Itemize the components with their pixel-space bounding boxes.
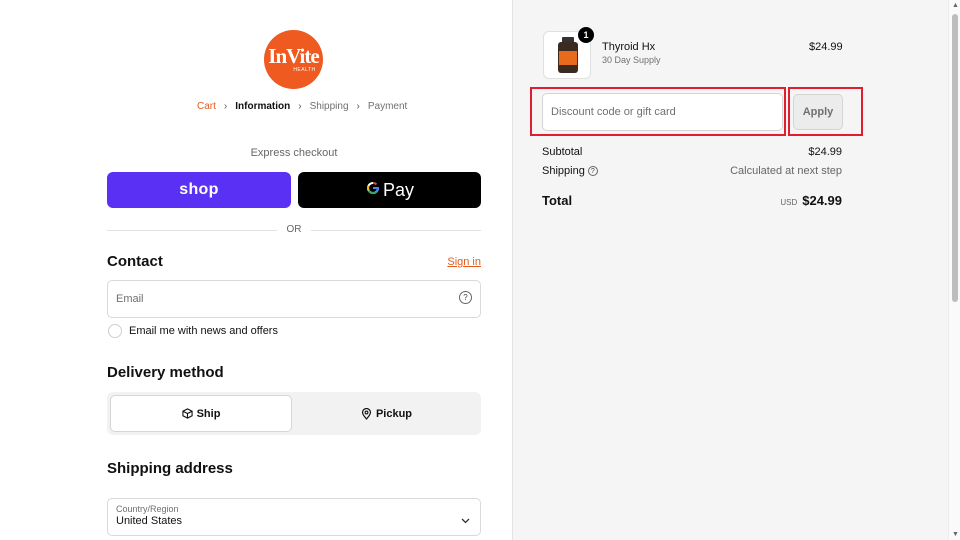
supplement-bottle-icon xyxy=(558,37,578,73)
product-price: $24.99 xyxy=(809,41,843,53)
subtotal-row: Subtotal $24.99 xyxy=(542,146,842,158)
location-pin-icon xyxy=(361,407,372,420)
total-label: Total xyxy=(542,193,573,208)
total-row: Total USD $24.99 xyxy=(542,192,842,210)
apply-discount-button[interactable]: Apply xyxy=(793,94,843,130)
newsletter-option[interactable]: Email me with news and offers xyxy=(108,324,278,338)
discount-code-input[interactable]: Discount code or gift card xyxy=(542,93,783,131)
shop-pay-button[interactable]: shop xyxy=(107,172,291,208)
chevron-right-icon: › xyxy=(298,101,302,112)
quantity-badge: 1 xyxy=(578,27,594,43)
shipping-address-heading: Shipping address xyxy=(107,460,233,477)
shipping-label: Shipping xyxy=(542,165,585,177)
scroll-down-arrow-icon[interactable]: ▼ xyxy=(952,531,959,538)
google-pay-button[interactable]: Pay xyxy=(298,172,481,208)
page-scrollbar[interactable]: ▲ ▼ xyxy=(948,0,960,540)
country-value: United States xyxy=(116,515,183,527)
ship-option[interactable]: Ship xyxy=(110,395,292,432)
ship-label: Ship xyxy=(196,407,221,420)
subtotal-label: Subtotal xyxy=(542,146,583,158)
email-field[interactable]: Email ? xyxy=(107,280,481,318)
bottle-label xyxy=(559,51,577,65)
shop-pay-label: shop xyxy=(179,181,219,198)
product-variant: 30 Day Supply xyxy=(602,55,661,65)
country-label: Country/Region xyxy=(116,504,179,514)
scroll-up-arrow-icon[interactable]: ▲ xyxy=(952,2,959,9)
google-g-icon xyxy=(365,180,381,201)
delivery-method-toggle: Ship Pickup xyxy=(107,392,481,435)
google-pay-label: Pay xyxy=(382,179,415,200)
breadcrumb: Cart › Information › Shipping › Payment xyxy=(197,101,407,112)
product-name: Thyroid Hx xyxy=(602,41,656,53)
store-logo[interactable]: InVite HEALTH xyxy=(264,30,323,89)
chevron-right-icon: › xyxy=(356,101,360,112)
chevron-right-icon: › xyxy=(223,101,228,112)
checkout-main-panel: InVite HEALTH Cart › Information › Shipp… xyxy=(0,0,512,540)
help-icon[interactable]: ? xyxy=(587,166,598,176)
order-summary-panel xyxy=(512,0,948,540)
express-checkout-label: Express checkout xyxy=(250,147,338,159)
chevron-down-icon xyxy=(461,511,470,529)
or-divider: OR xyxy=(107,223,481,237)
country-select[interactable]: Country/Region United States xyxy=(107,498,481,536)
contact-heading: Contact xyxy=(107,253,163,270)
logo-sub-text: HEALTH xyxy=(293,67,316,73)
newsletter-checkbox[interactable] xyxy=(108,324,122,338)
pickup-label: Pickup xyxy=(375,407,413,420)
subtotal-value: $24.99 xyxy=(808,146,842,158)
newsletter-label: Email me with news and offers xyxy=(129,325,278,337)
sign-in-link[interactable]: Sign in xyxy=(447,256,481,268)
currency-code: USD xyxy=(780,198,798,207)
breadcrumb-information: Information xyxy=(235,101,291,112)
shipping-label-group: Shipping? xyxy=(542,165,598,177)
scrollbar-thumb[interactable] xyxy=(952,14,958,302)
shipping-value: Calculated at next step xyxy=(730,165,842,177)
breadcrumb-payment: Payment xyxy=(367,101,408,112)
email-placeholder: Email xyxy=(116,293,144,305)
help-icon[interactable]: ? xyxy=(459,291,472,304)
package-icon xyxy=(181,408,193,419)
total-value: $24.99 xyxy=(802,193,842,208)
logo-brand-text: InVite xyxy=(268,44,319,68)
delivery-method-heading: Delivery method xyxy=(107,364,224,381)
discount-placeholder: Discount code or gift card xyxy=(551,106,676,118)
breadcrumb-shipping: Shipping xyxy=(309,101,349,112)
divider-line xyxy=(311,230,481,231)
shipping-row: Shipping? Calculated at next step xyxy=(542,165,842,177)
breadcrumb-cart[interactable]: Cart xyxy=(197,101,216,112)
total-amount-group: USD $24.99 xyxy=(780,192,842,210)
pickup-option[interactable]: Pickup xyxy=(295,395,478,432)
